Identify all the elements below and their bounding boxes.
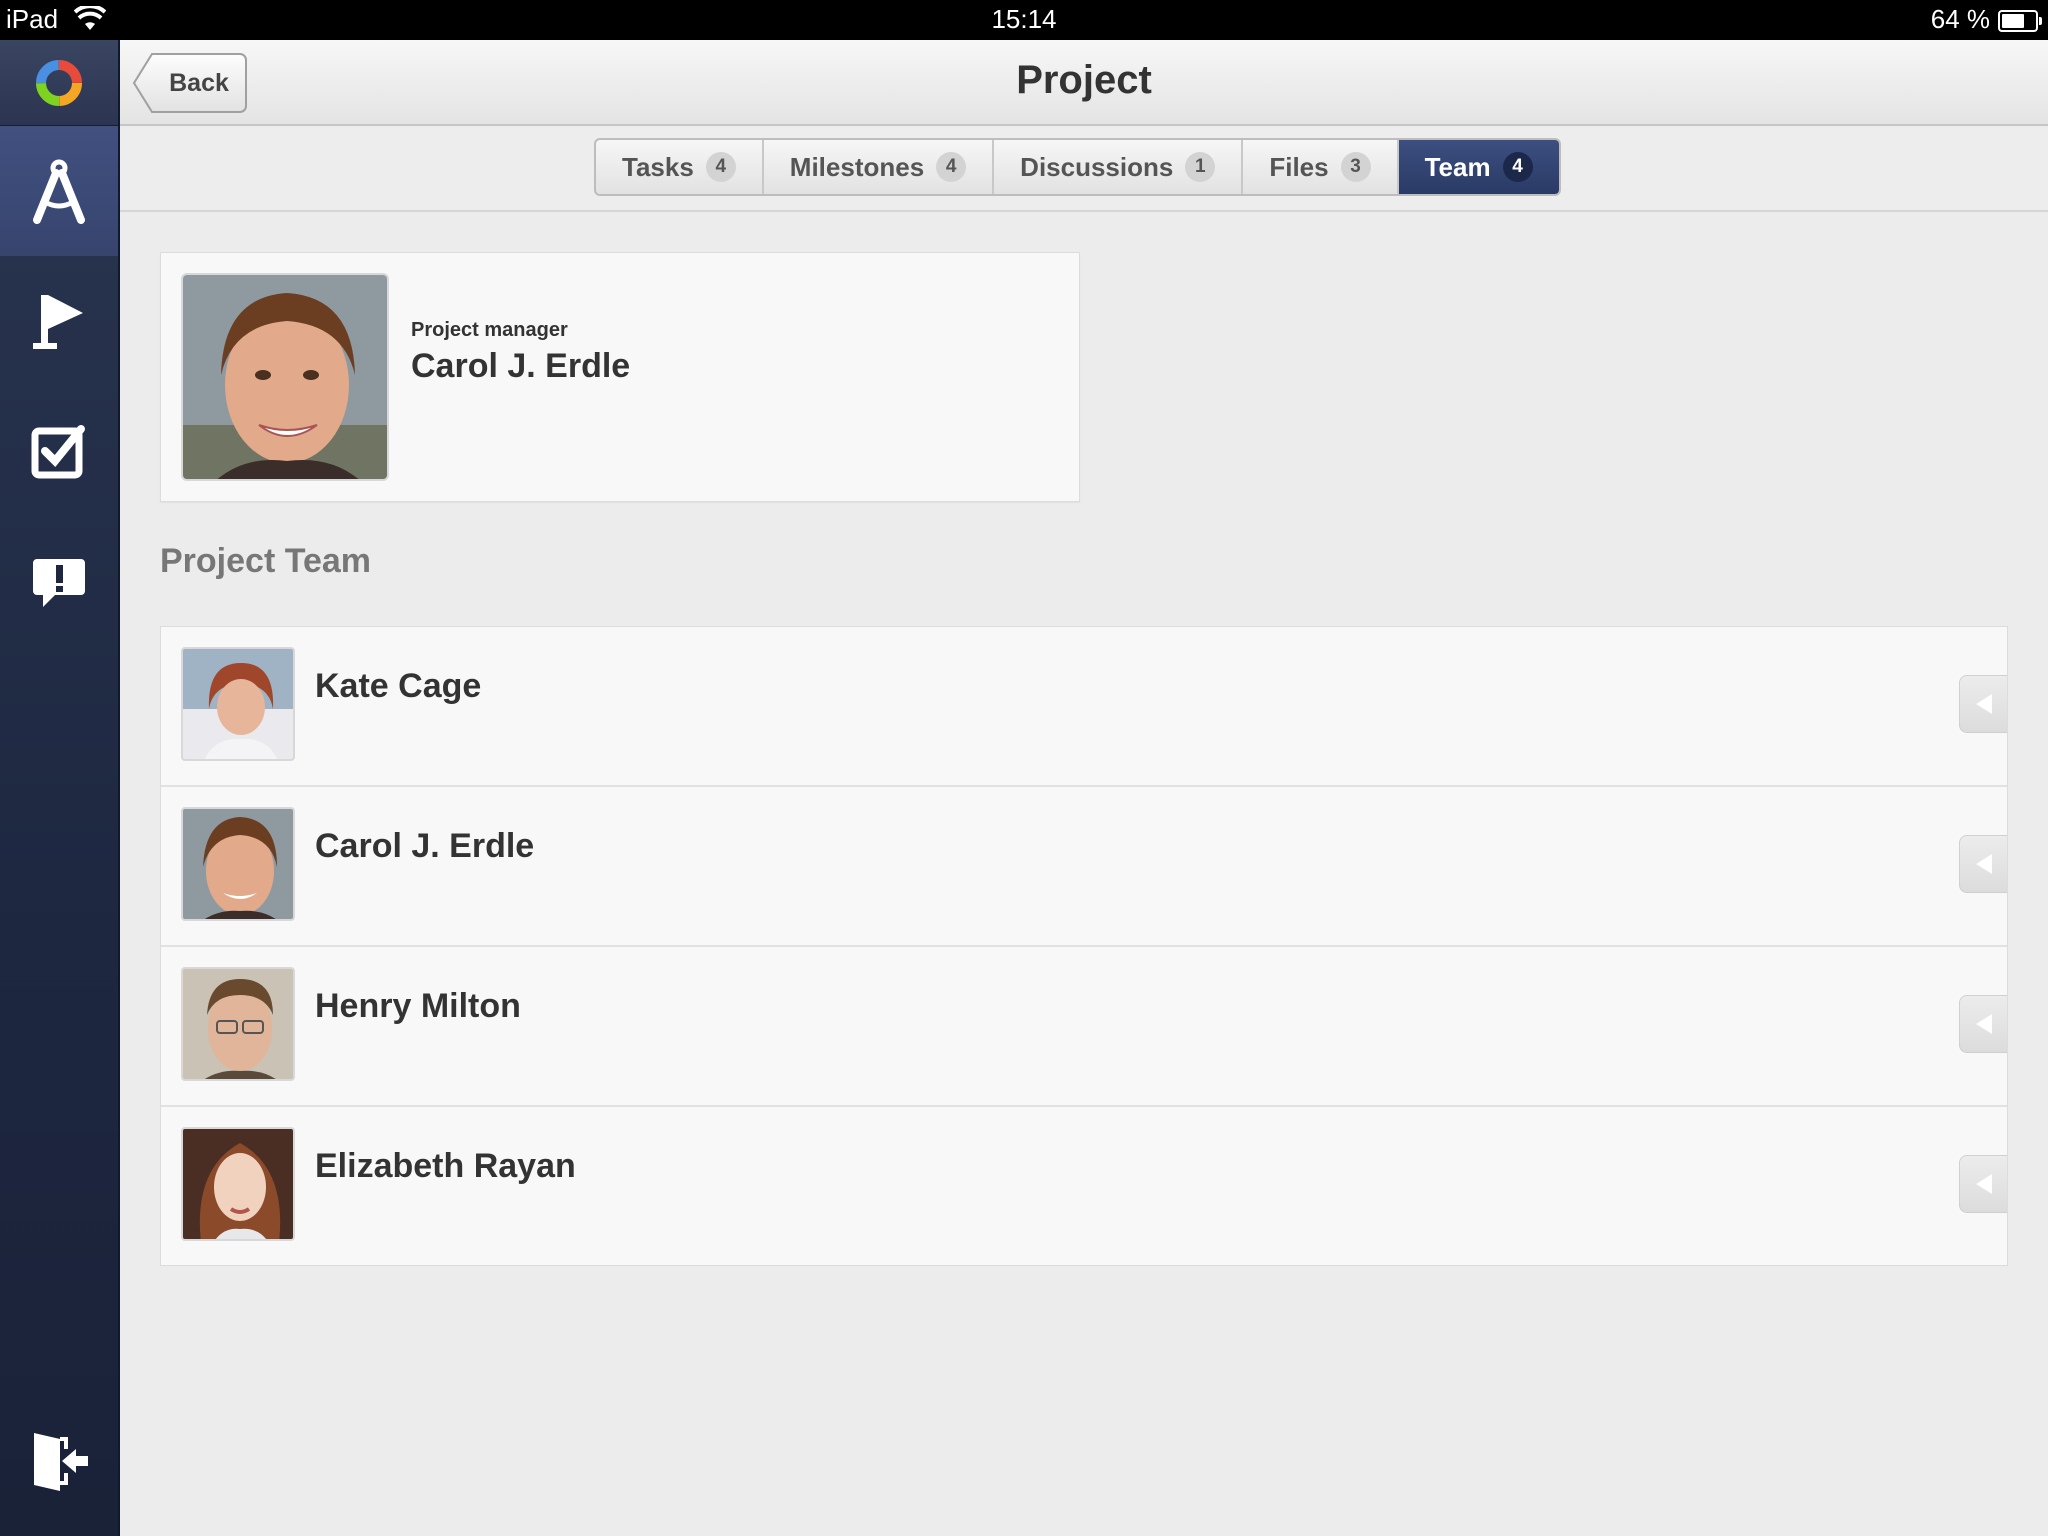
status-bar: iPad 15:14 64 % xyxy=(0,0,2048,40)
compass-icon xyxy=(33,159,85,224)
alert-bubble-icon xyxy=(33,559,85,607)
team-member-row[interactable]: Carol J. Erdle xyxy=(161,787,2007,947)
tabs-bar: Tasks 4 Milestones 4 Discussions 1 Files… xyxy=(120,128,2048,212)
tab-count-badge: 4 xyxy=(1502,152,1533,182)
flag-icon xyxy=(33,295,83,349)
battery-icon xyxy=(1998,10,2042,32)
logout-icon xyxy=(34,1433,88,1491)
checkbox-icon xyxy=(31,425,85,479)
chevron-left-icon xyxy=(1975,854,1992,874)
app-logo-icon xyxy=(36,59,82,106)
manager-role-label: Project manager xyxy=(411,319,568,341)
member-avatar xyxy=(181,967,295,1081)
sidebar xyxy=(0,40,120,1536)
member-name: Elizabeth Rayan xyxy=(315,1147,576,1185)
header: Back Project xyxy=(120,40,2048,126)
project-manager-card[interactable]: Project manager Carol J. Erdle xyxy=(160,252,1080,502)
sidebar-item-projects[interactable] xyxy=(0,126,118,256)
tab-label: Tasks xyxy=(622,151,694,182)
tab-discussions[interactable]: Discussions 1 xyxy=(994,140,1244,194)
tab-count-badge: 1 xyxy=(1185,152,1216,182)
member-name: Henry Milton xyxy=(315,987,521,1025)
clock: 15:14 xyxy=(991,4,1057,34)
row-action-handle[interactable] xyxy=(1959,1155,2007,1213)
member-avatar xyxy=(181,807,295,921)
tab-milestones[interactable]: Milestones 4 xyxy=(764,140,995,194)
sidebar-item-milestones[interactable] xyxy=(0,256,118,386)
chevron-left-icon xyxy=(1975,694,1992,714)
app-logo[interactable] xyxy=(0,40,118,126)
section-title: Project Team xyxy=(160,542,372,580)
chevron-left-icon xyxy=(1975,1014,1992,1034)
manager-avatar xyxy=(181,273,389,481)
member-avatar xyxy=(181,1127,295,1241)
sidebar-item-discussions[interactable] xyxy=(0,516,118,646)
member-name: Kate Cage xyxy=(315,667,482,705)
chevron-left-icon xyxy=(1975,1174,1992,1194)
row-action-handle[interactable] xyxy=(1959,675,2007,733)
tab-files[interactable]: Files 3 xyxy=(1243,140,1399,194)
page-title: Project xyxy=(1016,58,1152,102)
battery-percent: 64 % xyxy=(1930,4,1990,34)
tab-label: Milestones xyxy=(789,151,925,182)
tab-count-badge: 4 xyxy=(936,152,967,182)
team-member-row[interactable]: Henry Milton xyxy=(161,947,2007,1107)
team-member-row[interactable]: Elizabeth Rayan xyxy=(161,1107,2007,1265)
tab-label: Discussions xyxy=(1020,151,1174,182)
manager-name: Carol J. Erdle xyxy=(411,347,631,385)
member-avatar xyxy=(181,647,295,761)
tab-label: Files xyxy=(1269,151,1329,182)
row-action-handle[interactable] xyxy=(1959,995,2007,1053)
tab-team[interactable]: Team 4 xyxy=(1398,140,1559,194)
row-action-handle[interactable] xyxy=(1959,835,2007,893)
team-list: Kate Cage Carol J. Erdle Henry Milton El… xyxy=(160,626,2008,1266)
tab-label: Team xyxy=(1424,151,1491,182)
team-member-row[interactable]: Kate Cage xyxy=(161,627,2007,787)
sidebar-item-tasks[interactable] xyxy=(0,386,118,516)
segmented-tabs: Tasks 4 Milestones 4 Discussions 1 Files… xyxy=(594,138,1561,196)
tab-count-badge: 3 xyxy=(1340,152,1371,182)
tab-count-badge: 4 xyxy=(705,152,736,182)
member-name: Carol J. Erdle xyxy=(315,827,535,865)
logout-button[interactable] xyxy=(0,1406,120,1516)
tab-tasks[interactable]: Tasks 4 xyxy=(596,140,764,194)
